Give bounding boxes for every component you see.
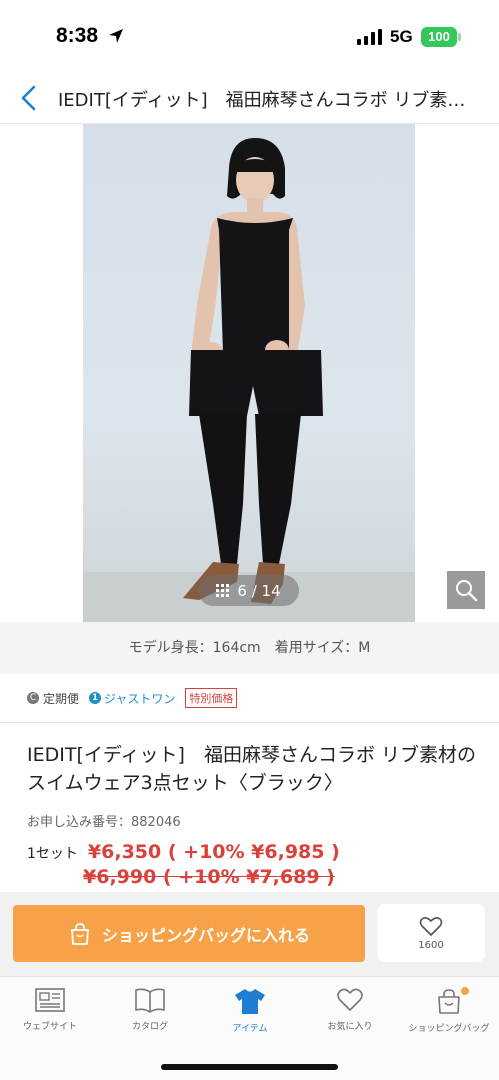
zoom-button[interactable] bbox=[447, 571, 485, 609]
add-to-cart-label: ショッピングバッグに入れる bbox=[101, 925, 310, 945]
price-row: 1セット ¥6,350 ( +10% ¥6,985 ) bbox=[27, 841, 340, 863]
subscription-badge: C 定期便 bbox=[27, 690, 79, 707]
battery-icon: 100 bbox=[421, 27, 457, 47]
action-bar: ショッピングバッグに入れる 1600 bbox=[0, 892, 499, 976]
favorite-button[interactable]: 1600 bbox=[377, 904, 485, 962]
shopping-bag-icon bbox=[71, 922, 89, 945]
subscription-label: 定期便 bbox=[43, 691, 80, 706]
divider bbox=[0, 722, 499, 723]
newspaper-icon bbox=[35, 988, 65, 1012]
back-button[interactable] bbox=[14, 82, 44, 114]
tshirt-icon bbox=[235, 989, 265, 1014]
special-price-badge: 特別価格 bbox=[185, 688, 238, 708]
just-one-label: ジャストワン bbox=[104, 691, 176, 706]
tab-catalog[interactable]: カタログ bbox=[100, 987, 200, 1043]
clock: 8:38 bbox=[56, 24, 99, 47]
tab-label: カタログ bbox=[131, 1022, 168, 1032]
battery-tip bbox=[458, 33, 461, 41]
tab-shopping-bag[interactable]: ショッピングバッグ bbox=[399, 987, 499, 1043]
book-icon bbox=[135, 988, 165, 1013]
tab-label: ショッピングバッグ bbox=[408, 1024, 490, 1034]
status-bar: 8:38 5G 100 bbox=[0, 0, 499, 72]
grid-icon bbox=[216, 584, 230, 597]
current-price: ¥6,350 ( +10% ¥6,985 ) bbox=[87, 841, 340, 863]
just-one-badge: 1 ジャストワン bbox=[89, 690, 175, 707]
gallery-separator: / bbox=[251, 581, 257, 600]
add-to-cart-button[interactable]: ショッピングバッグに入れる bbox=[13, 905, 365, 962]
product-image[interactable] bbox=[83, 124, 415, 622]
home-indicator[interactable] bbox=[161, 1064, 338, 1070]
notification-dot bbox=[461, 987, 469, 995]
tab-items[interactable]: アイテム bbox=[200, 987, 300, 1043]
gallery-total: 14 bbox=[261, 581, 281, 600]
just-one-icon: 1 bbox=[89, 692, 102, 704]
tab-label: アイテム bbox=[232, 1024, 268, 1034]
shopping-bag-icon bbox=[438, 989, 460, 1014]
tab-favorites[interactable]: お気に入り bbox=[300, 987, 400, 1043]
gallery-counter-text: 6 / 14 bbox=[237, 582, 280, 600]
heart-icon bbox=[419, 917, 443, 936]
set-label: 1セット bbox=[27, 846, 78, 862]
chevron-left-icon bbox=[21, 85, 36, 111]
subscription-icon: C bbox=[27, 692, 39, 704]
model-info: モデル身長：164cm 着用サイズ：M bbox=[0, 622, 499, 674]
magnifier-icon bbox=[456, 580, 478, 602]
model-figure bbox=[183, 138, 323, 604]
gallery-current: 6 bbox=[237, 581, 247, 600]
nav-header: IEDIT[イディット] 福田麻琴さんコラボ リブ素材のスイムウェア3点セット〈… bbox=[0, 72, 499, 124]
network-type: 5G bbox=[390, 27, 413, 46]
tab-label: お気に入り bbox=[327, 1022, 373, 1032]
order-number: お申し込み番号：882046 bbox=[27, 815, 181, 830]
badge-row: C 定期便 1 ジャストワン 特別価格 bbox=[27, 688, 238, 708]
gallery-counter: 6 / 14 bbox=[198, 575, 299, 606]
page-title: IEDIT[イディット] 福田麻琴さんコラボ リブ素材のスイムウェア3点セット〈… bbox=[58, 90, 478, 111]
battery-level: 100 bbox=[428, 29, 450, 44]
favorite-count: 1600 bbox=[418, 940, 444, 951]
tab-label: ウェブサイト bbox=[22, 1022, 77, 1032]
signal-icon bbox=[357, 29, 382, 45]
location-arrow-icon bbox=[109, 29, 123, 43]
tab-website[interactable]: ウェブサイト bbox=[0, 987, 100, 1043]
heart-icon bbox=[337, 988, 363, 1011]
product-name: IEDIT[イディット] 福田麻琴さんコラボ リブ素材のスイムウェア3点セット〈… bbox=[27, 744, 476, 794]
original-price: ¥6,990 ( +10% ¥7,689 ) bbox=[83, 866, 335, 888]
